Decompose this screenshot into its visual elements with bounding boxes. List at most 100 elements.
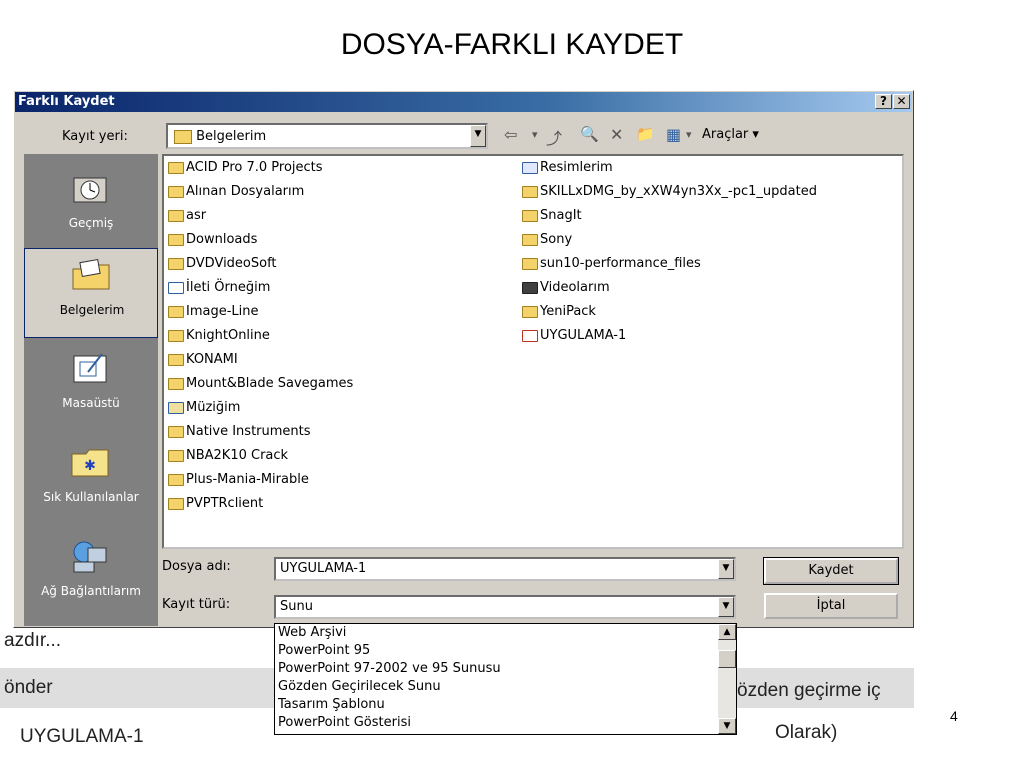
filename-input[interactable]: UYGULAMA-1 ▼ — [274, 557, 736, 581]
folder-icon — [168, 161, 184, 174]
scroll-thumb[interactable] — [718, 650, 736, 668]
file-list-item[interactable]: İleti Örneğim — [168, 280, 353, 304]
file-name: Mount&Blade Savegames — [186, 376, 354, 391]
file-name: YeniPack — [540, 304, 596, 319]
music-icon — [168, 401, 184, 414]
place-network[interactable]: Ağ Bağlantılarım — [24, 530, 158, 620]
file-name: SnagIt — [540, 208, 582, 223]
file-column-left: ACID Pro 7.0 Projects Alınan Dosyalarım as… — [168, 160, 353, 520]
place-label: Masaüstü — [62, 396, 120, 410]
file-column-right: Resimlerim SKILLxDMG_by_xXW4yn3Xx_-pc1_up… — [522, 160, 817, 352]
folder-icon — [168, 449, 184, 462]
help-button[interactable]: ? — [875, 94, 892, 109]
img-icon — [522, 161, 538, 174]
place-label: Belgelerim — [59, 303, 125, 317]
chevron-down-icon[interactable]: ▼ — [470, 125, 486, 147]
new-folder-icon[interactable]: 📁 — [636, 125, 655, 143]
chevron-down-icon[interactable]: ▼ — [718, 597, 734, 617]
places-bar: Geçmiş Belgelerim Masaüstü ✱ Sık Kullanı… — [24, 154, 158, 626]
file-list-item[interactable]: asr — [168, 208, 353, 232]
scroll-up-icon[interactable]: ▲ — [718, 624, 736, 640]
views-dropdown-icon[interactable]: ▾ — [686, 128, 692, 141]
file-name: asr — [186, 208, 207, 223]
search-web-icon[interactable]: 🔍 — [580, 125, 599, 143]
tools-menu[interactable]: Araçlar ▾ — [702, 127, 759, 142]
file-name: NBA2K10 Crack — [186, 448, 289, 463]
folder-icon — [522, 209, 538, 222]
filename-label: Dosya adı: — [162, 559, 231, 574]
back-dropdown-icon[interactable]: ▾ — [532, 128, 538, 141]
file-list-item[interactable]: Resimlerim — [522, 160, 817, 184]
file-list-item[interactable]: Alınan Dosyalarım — [168, 184, 353, 208]
dialog-toolbar: ⇦ ▾ ⤴ 🔍 ✕ 📁 ▦ ▾ Araçlar ▾ — [504, 125, 844, 149]
file-list-item[interactable]: Sony — [522, 232, 817, 256]
file-name: Plus-Mania-Mirable — [186, 472, 309, 487]
save-in-label: Kayıt yeri: — [62, 129, 128, 144]
file-name: SKILLxDMG_by_xXW4yn3Xx_-pc1_updated — [540, 184, 817, 199]
file-list-item[interactable]: YeniPack — [522, 304, 817, 328]
file-list-item[interactable]: KnightOnline — [168, 328, 353, 352]
filetype-option[interactable]: Gözden Geçirilecek Sunu — [278, 679, 441, 694]
back-icon[interactable]: ⇦ — [504, 125, 517, 144]
file-name: Sony — [540, 232, 573, 247]
close-button[interactable]: ✕ — [893, 94, 910, 109]
file-list-item[interactable]: Native Instruments — [168, 424, 353, 448]
slide-number: 4 — [950, 708, 958, 724]
ppt-icon — [522, 329, 538, 342]
favorites-icon: ✱ — [71, 449, 109, 477]
folder-icon — [168, 233, 184, 246]
file-name: ACID Pro 7.0 Projects — [186, 160, 323, 175]
file-list-item[interactable]: Plus-Mania-Mirable — [168, 472, 353, 496]
up-folder-icon[interactable]: ⤴ — [546, 125, 562, 149]
place-my-documents[interactable]: Belgelerim — [24, 248, 158, 338]
file-name: Image-Line — [186, 304, 259, 319]
my-documents-icon — [72, 258, 110, 290]
delete-icon[interactable]: ✕ — [610, 125, 623, 144]
folder-icon — [168, 257, 184, 270]
place-favorites[interactable]: ✱ Sık Kullanılanlar — [24, 436, 158, 526]
file-name: DVDVideoSoft — [186, 256, 277, 271]
file-list-item[interactable]: ACID Pro 7.0 Projects — [168, 160, 353, 184]
file-list-item[interactable]: PVPTRclient — [168, 496, 353, 520]
network-icon — [73, 541, 107, 573]
save-as-dialog: Farklı Kaydet ? ✕ Kayıt yeri: Belgelerim… — [13, 90, 914, 628]
filetype-option[interactable]: PowerPoint Gösterisi — [278, 715, 411, 730]
file-name: KONAMI — [186, 352, 238, 367]
save-in-value: Belgelerim — [196, 129, 267, 144]
scroll-down-icon[interactable]: ▼ — [718, 718, 736, 734]
filetype-option[interactable]: PowerPoint 97-2002 ve 95 Sunusu — [278, 661, 501, 676]
filetype-select[interactable]: Sunu ▼ — [274, 595, 736, 619]
file-list-item[interactable]: NBA2K10 Crack — [168, 448, 353, 472]
file-list-item[interactable]: Image-Line — [168, 304, 353, 328]
file-list-item[interactable]: Müziğim — [168, 400, 353, 424]
history-icon — [73, 177, 107, 203]
dialog-titlebar[interactable]: Farklı Kaydet ? ✕ — [15, 92, 912, 112]
save-in-combo[interactable]: Belgelerim ▼ — [166, 123, 488, 149]
file-list-item[interactable]: SnagIt — [522, 208, 817, 232]
dropdown-scrollbar[interactable]: ▲ ▼ — [718, 624, 736, 734]
file-list-item[interactable]: DVDVideoSoft — [168, 256, 353, 280]
save-button[interactable]: Kaydet — [763, 557, 899, 585]
place-history[interactable]: Geçmiş — [24, 162, 158, 252]
file-list[interactable]: ACID Pro 7.0 Projects Alınan Dosyalarım as… — [162, 154, 904, 549]
filetype-label: Kayıt türü: — [162, 597, 231, 612]
file-list-item[interactable]: SKILLxDMG_by_xXW4yn3Xx_-pc1_updated — [522, 184, 817, 208]
file-list-item[interactable]: Videolarım — [522, 280, 817, 304]
filetype-option[interactable]: Tasarım Şablonu — [278, 697, 385, 712]
filetype-option[interactable]: PowerPoint 95 — [278, 643, 370, 658]
file-list-item[interactable]: sun10-performance_files — [522, 256, 817, 280]
file-list-item[interactable]: Mount&Blade Savegames — [168, 376, 353, 400]
film-icon — [522, 281, 538, 294]
filetype-dropdown-list[interactable]: Web Arşivi PowerPoint 95 PowerPoint 97-2… — [274, 623, 737, 735]
cancel-button[interactable]: İptal — [764, 593, 898, 619]
chevron-down-icon[interactable]: ▼ — [718, 559, 734, 579]
place-desktop[interactable]: Masaüstü — [24, 342, 158, 432]
file-name: Müziğim — [186, 400, 241, 415]
views-icon[interactable]: ▦ — [666, 125, 681, 144]
folder-icon — [168, 497, 184, 510]
folder-icon — [168, 329, 184, 342]
file-list-item[interactable]: UYGULAMA-1 — [522, 328, 817, 352]
file-list-item[interactable]: KONAMI — [168, 352, 353, 376]
filetype-option[interactable]: Web Arşivi — [278, 625, 346, 640]
file-list-item[interactable]: Downloads — [168, 232, 353, 256]
